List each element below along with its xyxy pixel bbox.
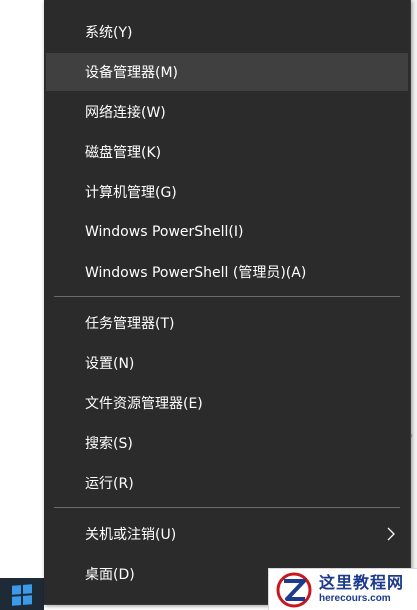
menu-separator bbox=[54, 507, 400, 508]
menu-item-powershell-admin[interactable]: Windows PowerShell (管理员)(A) bbox=[44, 253, 410, 291]
screen: 系统(Y) 设备管理器(M) 网络连接(W) 磁盘管理(K) 计算机管理(G) … bbox=[0, 0, 417, 610]
menu-item-run[interactable]: 运行(R) bbox=[44, 464, 410, 502]
menu-item-label: 设置(N) bbox=[85, 356, 135, 372]
menu-item-file-explorer[interactable]: 文件资源管理器(E) bbox=[44, 384, 410, 422]
menu-item-label: 系统(Y) bbox=[85, 25, 133, 41]
menu-item-disk-management[interactable]: 磁盘管理(K) bbox=[44, 133, 410, 171]
start-button[interactable] bbox=[0, 580, 44, 610]
menu-item-network-connections[interactable]: 网络连接(W) bbox=[44, 93, 410, 131]
menu-item-label: 桌面(D) bbox=[85, 567, 135, 583]
menu-item-shutdown-signout[interactable]: 关机或注销(U) bbox=[44, 515, 410, 553]
background-text-fragment: ' bbox=[410, 432, 414, 446]
menu-item-label: Windows PowerShell(I) bbox=[85, 224, 244, 240]
z-logo-icon bbox=[276, 572, 312, 607]
watermark-logo: 这里教程网 herecours.com bbox=[268, 568, 417, 610]
winx-context-menu: 系统(Y) 设备管理器(M) 网络连接(W) 磁盘管理(K) 计算机管理(G) … bbox=[44, 0, 411, 605]
menu-item-label: 计算机管理(G) bbox=[85, 185, 177, 201]
watermark-title: 这里教程网 bbox=[319, 573, 405, 592]
menu-item-label: Windows PowerShell (管理员)(A) bbox=[85, 265, 307, 281]
chevron-right-icon bbox=[387, 527, 395, 541]
menu-item-label: 关机或注销(U) bbox=[85, 527, 177, 543]
menu-separator bbox=[54, 296, 400, 297]
menu-item-label: 磁盘管理(K) bbox=[85, 145, 162, 161]
menu-item-label: 搜索(S) bbox=[85, 436, 133, 452]
menu-item-settings[interactable]: 设置(N) bbox=[44, 344, 410, 382]
menu-item-device-manager[interactable]: 设备管理器(M) bbox=[46, 53, 408, 91]
watermark-domain: herecours.com bbox=[319, 593, 391, 604]
menu-item-search[interactable]: 搜索(S) bbox=[44, 424, 410, 462]
menu-item-label: 设备管理器(M) bbox=[85, 65, 179, 81]
desktop-background-right bbox=[410, 0, 417, 610]
menu-item-label: 运行(R) bbox=[85, 476, 134, 492]
menu-item-computer-management[interactable]: 计算机管理(G) bbox=[44, 173, 410, 211]
menu-item-label: 网络连接(W) bbox=[85, 105, 166, 121]
windows-logo-icon bbox=[12, 584, 32, 606]
menu-item-label: 任务管理器(T) bbox=[85, 316, 175, 332]
menu-item-task-manager[interactable]: 任务管理器(T) bbox=[44, 304, 410, 342]
menu-item-label: 文件资源管理器(E) bbox=[85, 396, 203, 412]
menu-item-system[interactable]: 系统(Y) bbox=[44, 13, 410, 51]
menu-item-powershell[interactable]: Windows PowerShell(I) bbox=[44, 213, 410, 251]
desktop-background bbox=[0, 0, 44, 610]
